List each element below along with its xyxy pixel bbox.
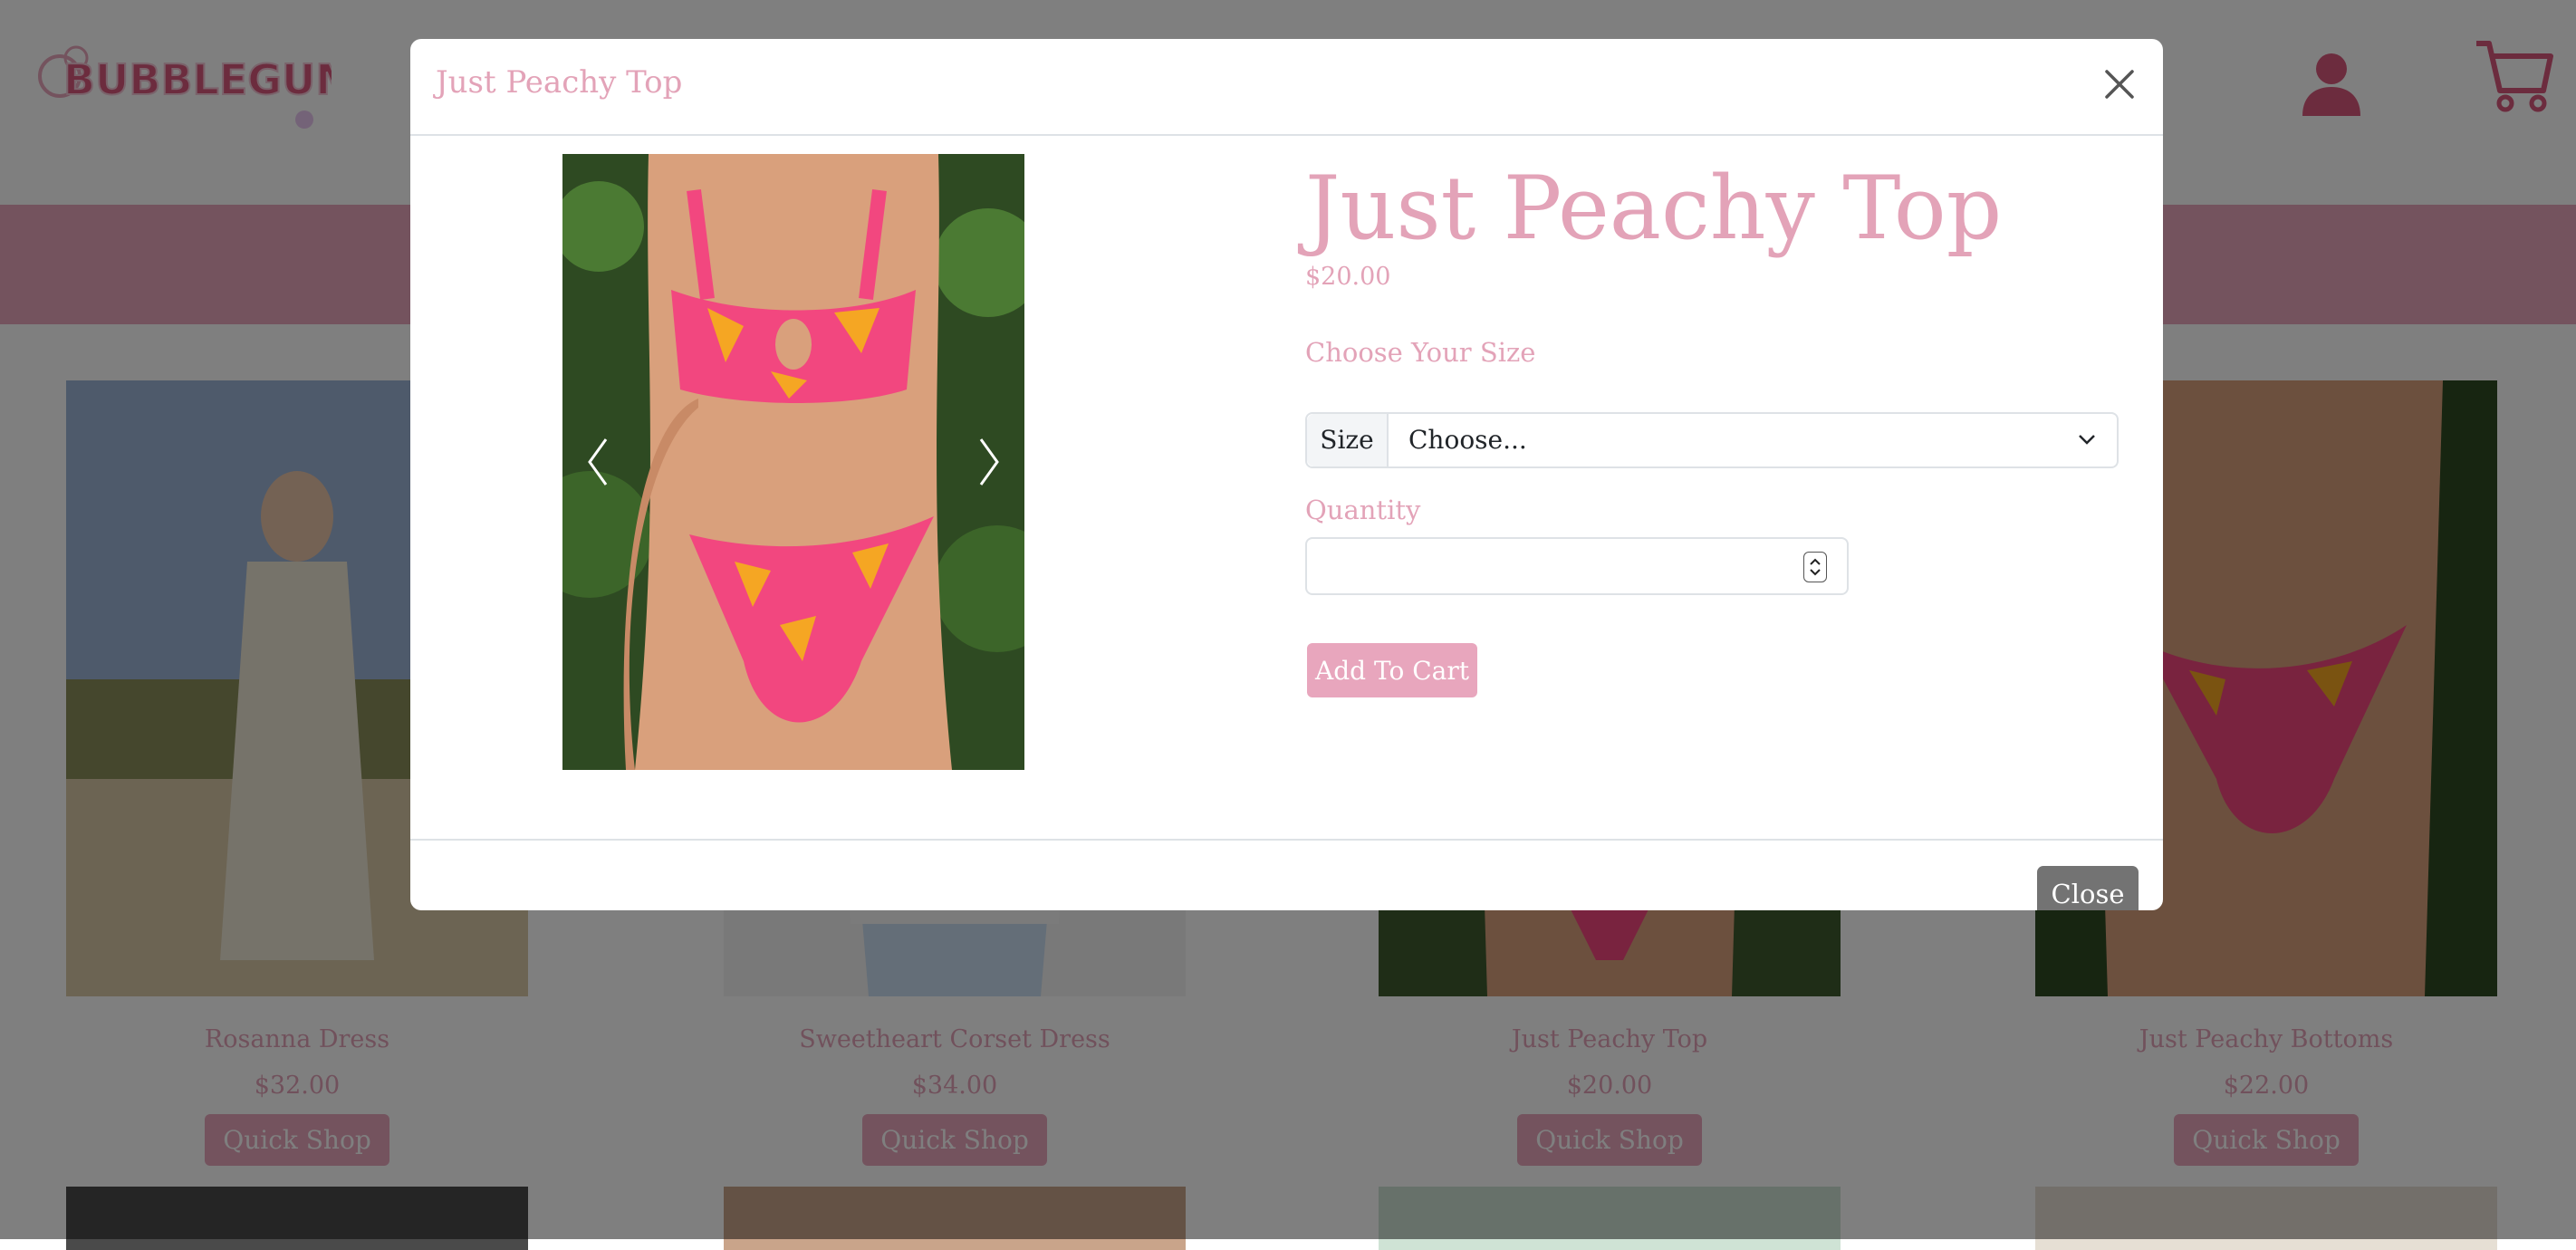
quantity-stepper[interactable] bbox=[1803, 552, 1827, 582]
close-icon[interactable] bbox=[2100, 64, 2139, 104]
quantity-label: Quantity bbox=[1305, 495, 1421, 525]
product-title: Just Peachy Top bbox=[1305, 158, 2003, 259]
modal-body: Just Peachy Top $20.00 Choose Your Size … bbox=[410, 136, 2163, 839]
quantity-input[interactable] bbox=[1305, 537, 1849, 595]
product-photo bbox=[562, 154, 1024, 770]
chevron-down-icon bbox=[2079, 435, 2095, 445]
carousel-prev-icon[interactable] bbox=[579, 430, 615, 494]
size-select-group: Size Choose... bbox=[1305, 412, 2119, 468]
stepper-arrows-icon bbox=[1810, 558, 1821, 576]
modal-title: Just Peachy Top bbox=[436, 64, 683, 101]
size-select-value: Choose... bbox=[1408, 425, 1527, 455]
carousel-next-icon[interactable] bbox=[972, 430, 1008, 494]
product-price: $20.00 bbox=[1305, 263, 1391, 291]
modal-header: Just Peachy Top bbox=[410, 39, 2163, 136]
quick-shop-modal: Just Peachy Top Just Peachy Top $20.00 C… bbox=[410, 39, 2163, 910]
size-heading: Choose Your Size bbox=[1305, 337, 1536, 368]
product-carousel bbox=[562, 154, 1024, 770]
modal-footer: Close bbox=[410, 839, 2163, 910]
close-button[interactable]: Close bbox=[2037, 866, 2139, 910]
add-to-cart-button[interactable]: Add To Cart bbox=[1307, 643, 1477, 697]
size-select[interactable]: Choose... bbox=[1389, 414, 2117, 466]
size-label: Size bbox=[1307, 414, 1389, 466]
